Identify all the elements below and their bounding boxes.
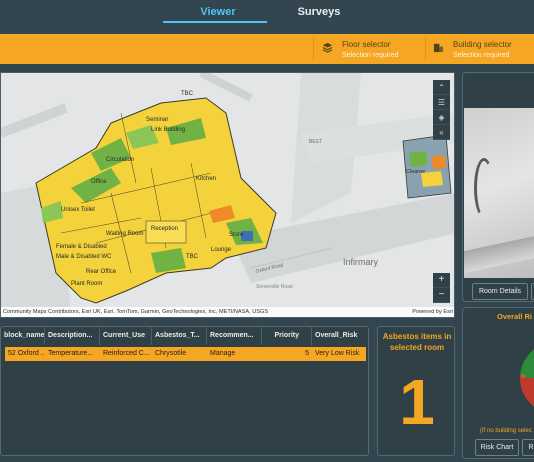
column-header[interactable]: Current_Use xyxy=(100,327,152,345)
map-attribution: Community Maps Contributors, Esri UK, Es… xyxy=(1,307,454,317)
column-header[interactable]: Overall_Risk xyxy=(312,327,368,345)
photo-pipe xyxy=(464,234,534,274)
map-canvas[interactable]: TBC Seminar Link Building Circulation Of… xyxy=(1,73,455,318)
building-icon xyxy=(433,43,444,53)
map-label-infirmary: Infirmary xyxy=(343,257,379,267)
map-label: Unisex Toilet xyxy=(61,207,95,213)
column-header[interactable]: Priority xyxy=(262,327,312,345)
map-label: TBC xyxy=(186,254,199,260)
table-cell: Very Low Risk xyxy=(315,350,360,357)
tab-viewer[interactable]: Viewer xyxy=(170,6,266,18)
asbestos-count-panel: Asbestos items in selected room 1 xyxy=(377,326,455,456)
table-cell: 5 xyxy=(305,350,309,357)
map-label: Lounge xyxy=(211,247,232,253)
selector-divider xyxy=(425,37,426,61)
map-label: Link Building xyxy=(151,127,185,133)
risk-panel-button[interactable]: R xyxy=(522,439,534,456)
risk-pie-chart[interactable] xyxy=(518,340,534,416)
asbestos-count-value: 1 xyxy=(399,366,435,438)
map-label: Office xyxy=(91,179,107,185)
table-cell: Temperature... xyxy=(48,350,94,357)
zoom-out-button[interactable]: − xyxy=(433,288,450,303)
zoom-controls: + − xyxy=(433,273,450,303)
map-label: Somerville Road xyxy=(256,284,293,290)
top-navigation: Viewer Surveys xyxy=(0,0,534,30)
map-label: Reception xyxy=(151,226,178,232)
selector-bar: Floor selector Selection required Buildi… xyxy=(0,34,534,64)
floor-plan-map[interactable]: TBC Seminar Link Building Circulation Of… xyxy=(0,72,455,318)
map-label: Cleaner xyxy=(406,169,425,175)
collapse-icon[interactable]: « xyxy=(433,125,450,140)
map-label: Kitchen xyxy=(196,176,216,182)
map-label: Circulation xyxy=(106,157,134,163)
map-label: Rear Office xyxy=(86,269,117,275)
layers-toggle-icon[interactable]: ◈ xyxy=(433,110,450,125)
overall-risk-title: Overall Ri xyxy=(497,312,533,321)
table-cell: Chrysotile xyxy=(155,350,187,357)
photo-cable xyxy=(474,158,494,218)
app-root: Viewer Surveys Floor selector Selection … xyxy=(0,0,534,462)
selector-divider xyxy=(313,37,314,61)
active-tab-indicator xyxy=(163,21,267,23)
list-icon[interactable]: ☰ xyxy=(433,95,450,110)
map-label: TBC xyxy=(181,91,194,97)
asbestos-table: block_name Description... Current_Use As… xyxy=(0,326,369,456)
table-header: block_name Description... Current_Use As… xyxy=(1,327,368,345)
floor-selector-status: Selection required xyxy=(342,52,399,59)
map-label: Waiting Room xyxy=(106,231,143,237)
zoom-in-button[interactable]: + xyxy=(433,273,450,288)
map-tools: ⌃ ☰ ◈ « xyxy=(433,80,450,140)
room-details-button[interactable]: Room Details xyxy=(472,283,528,300)
expand-icon[interactable]: ⌃ xyxy=(433,80,450,95)
risk-note: (If no building selec xyxy=(480,428,532,434)
map-label: Plant Room xyxy=(71,281,102,287)
building-selector-label: Building selector xyxy=(453,40,512,49)
table-row[interactable]: 52 Oxford ... Temperature... Reinforced … xyxy=(5,347,366,361)
floor-selector-label: Floor selector xyxy=(342,40,391,49)
column-header[interactable]: Recommen... xyxy=(207,327,262,345)
room-photo xyxy=(464,108,534,278)
tab-surveys[interactable]: Surveys xyxy=(288,6,350,18)
building-selector-status: Selection required xyxy=(453,52,510,59)
layers-icon xyxy=(322,42,333,53)
map-label: Female & Disabled xyxy=(56,244,107,250)
table-cell: 52 Oxford ... xyxy=(8,350,45,357)
column-header[interactable]: block_name xyxy=(1,327,45,345)
map-label: Male & Disabled WC xyxy=(56,254,112,260)
attribution-text: Community Maps Contributors, Esri UK, Es… xyxy=(3,309,269,315)
map-label: Store xyxy=(229,232,244,238)
table-cell: Reinforced C... xyxy=(103,350,150,357)
asbestos-count-title: Asbestos items in selected room xyxy=(382,332,452,352)
column-header[interactable]: Asbestos_T... xyxy=(152,327,207,345)
table-cell: Manage xyxy=(210,350,236,357)
powered-by-esri[interactable]: Powered by Esri xyxy=(412,307,453,317)
risk-chart-button[interactable]: Risk Chart xyxy=(475,439,519,456)
column-header[interactable]: Description... xyxy=(45,327,100,345)
map-label: BEST xyxy=(309,139,322,145)
map-label: Seminar xyxy=(146,117,168,123)
